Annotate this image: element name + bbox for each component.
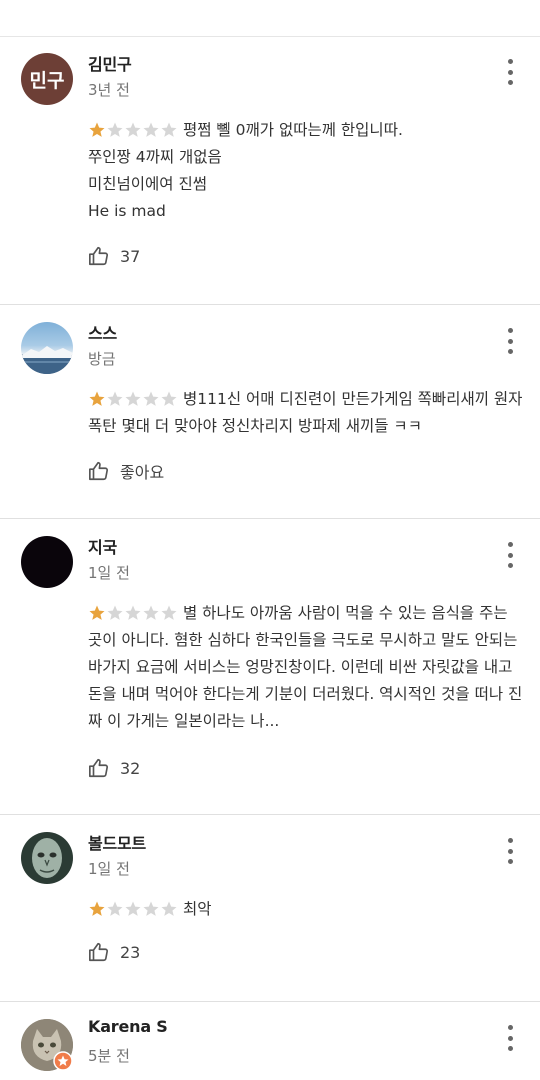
thumbs-up-icon (89, 461, 109, 481)
review-time: 3년 전 (88, 81, 130, 99)
top-divider (0, 0, 540, 37)
review-text: 최악 (88, 896, 523, 923)
more-options-icon[interactable] (498, 1025, 522, 1051)
like-label: 좋아요 (120, 463, 165, 482)
review-time: 1일 전 (88, 564, 130, 582)
review-time: 5분 전 (88, 1047, 130, 1065)
review-text: 병111신 어매 디진련이 만든가게임 쪽빠리새끼 원자폭탄 몇대 더 맞아야 … (88, 386, 523, 440)
review-time: 방금 (88, 350, 116, 368)
avatar[interactable] (21, 1019, 73, 1071)
avatar[interactable]: 민구 (21, 53, 73, 105)
review-body: 평쩜 뼬 0깨가 없따는께 한입니따. 쭈인짱 4까찌 개없음 미친넘이에여 진… (88, 121, 403, 220)
more-options-icon[interactable] (498, 542, 522, 568)
snowy-mountain-image (21, 346, 73, 374)
like-button[interactable]: 좋아요 (88, 459, 164, 483)
review-card: 볼드모트 1일 전 최악 23 (0, 816, 540, 1002)
review-body: 병111신 어매 디진련이 만든가게임 쪽빠리새끼 원자폭탄 몇대 더 맞아야 … (88, 390, 523, 435)
reviewer-name[interactable]: 볼드모트 (88, 830, 146, 854)
review-body: 최악 (183, 900, 212, 918)
review-card: 지국 1일 전 별 하나도 아까움 사람이 먹을 수 있는 음식을 주는 곳이 … (0, 520, 540, 815)
more-options-icon[interactable] (498, 328, 522, 354)
review-card: Karena S 5분 전 (0, 1003, 540, 1080)
thumbs-up-icon (89, 246, 109, 266)
review-card: 스스 방금 병111신 어매 디진련이 만든가게임 쪽빠리새끼 원자폭탄 몇대 … (0, 306, 540, 519)
thumbs-up-icon (89, 758, 109, 778)
like-count: 37 (120, 246, 141, 266)
character-face-image (32, 838, 62, 878)
reviewer-name[interactable]: 스스 (88, 320, 117, 344)
reviewer-name[interactable]: Karena S (88, 1017, 168, 1036)
review-text: 평쩜 뼬 0깨가 없따는께 한입니따. 쭈인짱 4까찌 개없음 미친넘이에여 진… (88, 117, 523, 225)
reviewer-name[interactable]: 지국 (88, 534, 117, 558)
reviewer-name[interactable]: 김민구 (88, 51, 132, 75)
review-text: 별 하나도 아까움 사람이 먹을 수 있는 음식을 주는 곳이 아니다. 혐한 … (88, 600, 523, 735)
more-options-icon[interactable] (498, 59, 522, 85)
avatar-initials: 민구 (29, 69, 65, 92)
avatar[interactable] (21, 536, 73, 588)
review-card: 민구 김민구 3년 전 평쩜 뼬 0깨가 없따는께 한입니따. 쭈인짱 4까찌 … (0, 37, 540, 305)
local-guide-badge-icon (53, 1051, 73, 1071)
like-button[interactable]: 23 (88, 941, 140, 963)
review-body: 별 하나도 아까움 사람이 먹을 수 있는 음식을 주는 곳이 아니다. 혐한 … (88, 604, 523, 730)
like-button[interactable]: 32 (88, 757, 140, 779)
like-count: 23 (120, 942, 141, 962)
review-time: 1일 전 (88, 860, 130, 878)
like-count: 32 (120, 758, 141, 778)
thumbs-up-icon (89, 942, 109, 962)
avatar[interactable] (21, 832, 73, 884)
like-button[interactable]: 37 (88, 245, 140, 267)
more-options-icon[interactable] (498, 838, 522, 864)
avatar[interactable] (21, 322, 73, 374)
